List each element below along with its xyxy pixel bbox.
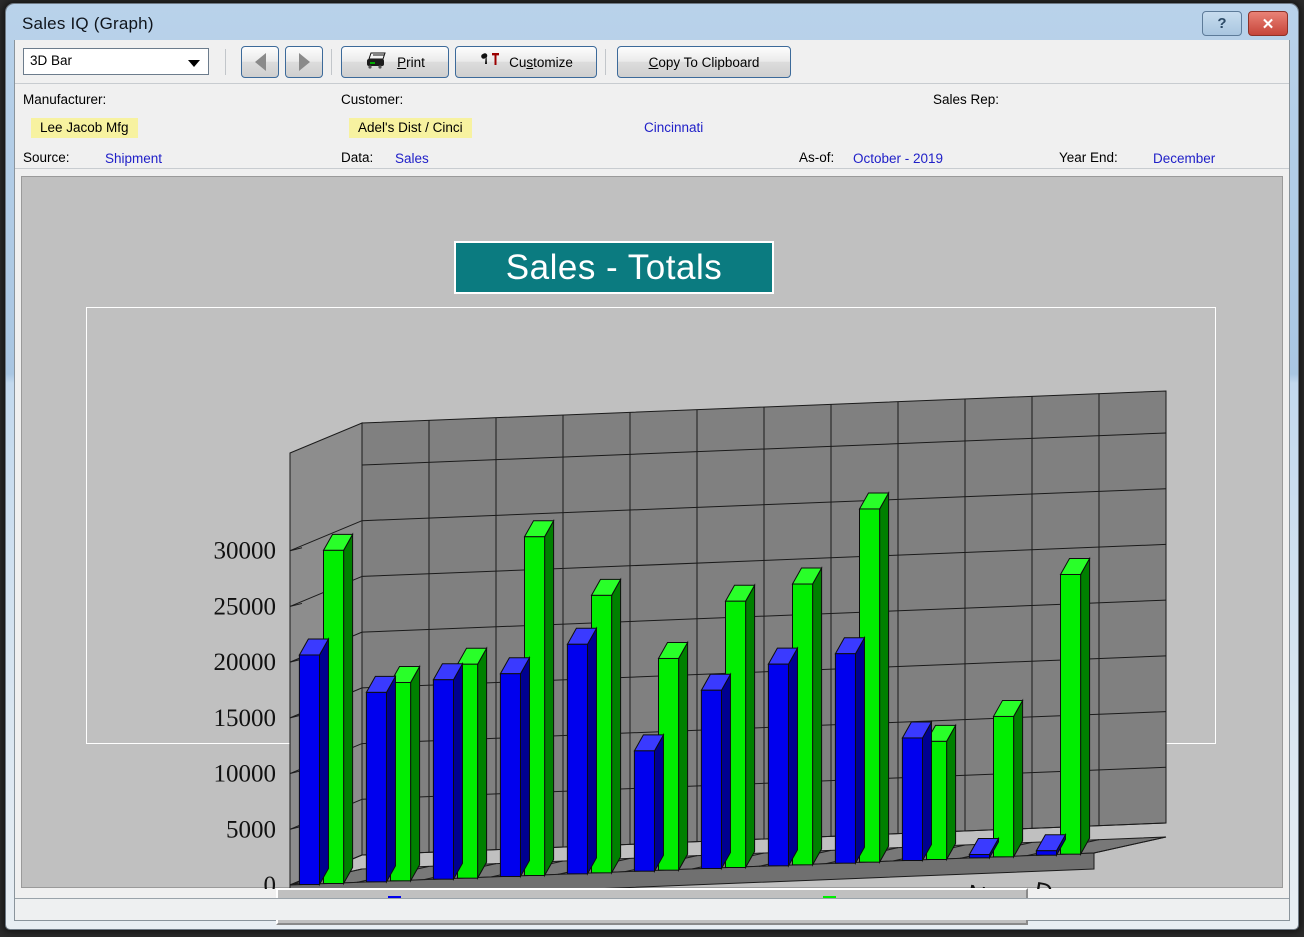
triangle-left-icon: [254, 53, 266, 71]
print-button[interactable]: Print: [341, 46, 449, 78]
toolbar-separator-3: [605, 49, 606, 75]
manufacturer-value[interactable]: Lee Jacob Mfg: [31, 118, 138, 138]
next-button[interactable]: [285, 46, 323, 78]
y-axis-tick-label: 5000: [226, 816, 276, 843]
previous-button[interactable]: [241, 46, 279, 78]
as-of-value[interactable]: October - 2019: [853, 151, 943, 166]
help-button[interactable]: ?: [1202, 11, 1242, 36]
triangle-right-icon: [298, 53, 310, 71]
data-label: Data:: [341, 150, 374, 165]
printer-icon: [367, 52, 386, 69]
source-label: Source:: [23, 150, 70, 165]
chart-type-select[interactable]: 3D Bar: [23, 48, 209, 75]
customer-value[interactable]: Adel's Dist / Cinci: [349, 118, 472, 138]
chart-type-value: 3D Bar: [30, 53, 73, 68]
year-end-value[interactable]: December: [1153, 151, 1215, 166]
window-title: Sales IQ (Graph): [22, 14, 154, 33]
data-value[interactable]: Sales: [395, 151, 429, 166]
as-of-label: As-of:: [799, 150, 835, 165]
manufacturer-label: Manufacturer:: [23, 92, 107, 107]
year-end-label: Year End:: [1059, 150, 1118, 165]
tools-icon: [481, 53, 500, 65]
customer-city-value[interactable]: Cincinnati: [644, 120, 703, 135]
source-value[interactable]: Shipment: [105, 151, 162, 166]
bar-chart-3d: 050001000015000200002500030000JanFebMarA…: [214, 390, 1167, 889]
y-axis-tick-label: 30000: [214, 538, 277, 565]
info-divider: [15, 168, 1289, 169]
client-area: 3D Bar Print Customize Copy To Clipboard…: [14, 40, 1290, 925]
title-bar: Sales IQ (Graph) ? ✕: [6, 4, 1298, 44]
toolbar-separator-1: [225, 49, 226, 75]
copy-to-clipboard-button[interactable]: Copy To Clipboard: [617, 46, 791, 78]
y-axis-tick-label: 0: [264, 872, 277, 889]
app-window: Sales IQ (Graph) ? ✕ 3D Bar Print Custom…: [6, 4, 1298, 929]
customize-button[interactable]: Customize: [455, 46, 597, 78]
sales-rep-label: Sales Rep:: [933, 92, 1000, 107]
close-button[interactable]: ✕: [1248, 11, 1288, 36]
chart-panel: Sales - Totals 0 5000 10000 15000 20000 25000…: [21, 176, 1283, 925]
customize-button-label: Customize: [509, 54, 573, 70]
x-axis-tick-label: Dec: [1032, 877, 1081, 889]
status-strip: [15, 898, 1289, 920]
toolbar: 3D Bar Print Customize Copy To Clipboard: [15, 40, 1289, 84]
y-axis-tick-label: 20000: [214, 649, 277, 676]
copy-button-label: Copy To Clipboard: [648, 54, 760, 70]
y-axis-tick-label: 15000: [214, 705, 277, 732]
print-button-label: Print: [397, 54, 425, 70]
customer-label: Customer:: [341, 92, 404, 107]
toolbar-separator-2: [331, 49, 332, 75]
filter-info-bar: Manufacturer: Lee Jacob Mfg Source: Ship…: [15, 84, 1289, 169]
y-axis-tick-label: 10000: [214, 761, 277, 788]
chevron-down-icon: [188, 60, 200, 67]
y-axis-tick-label: 25000: [214, 593, 277, 620]
